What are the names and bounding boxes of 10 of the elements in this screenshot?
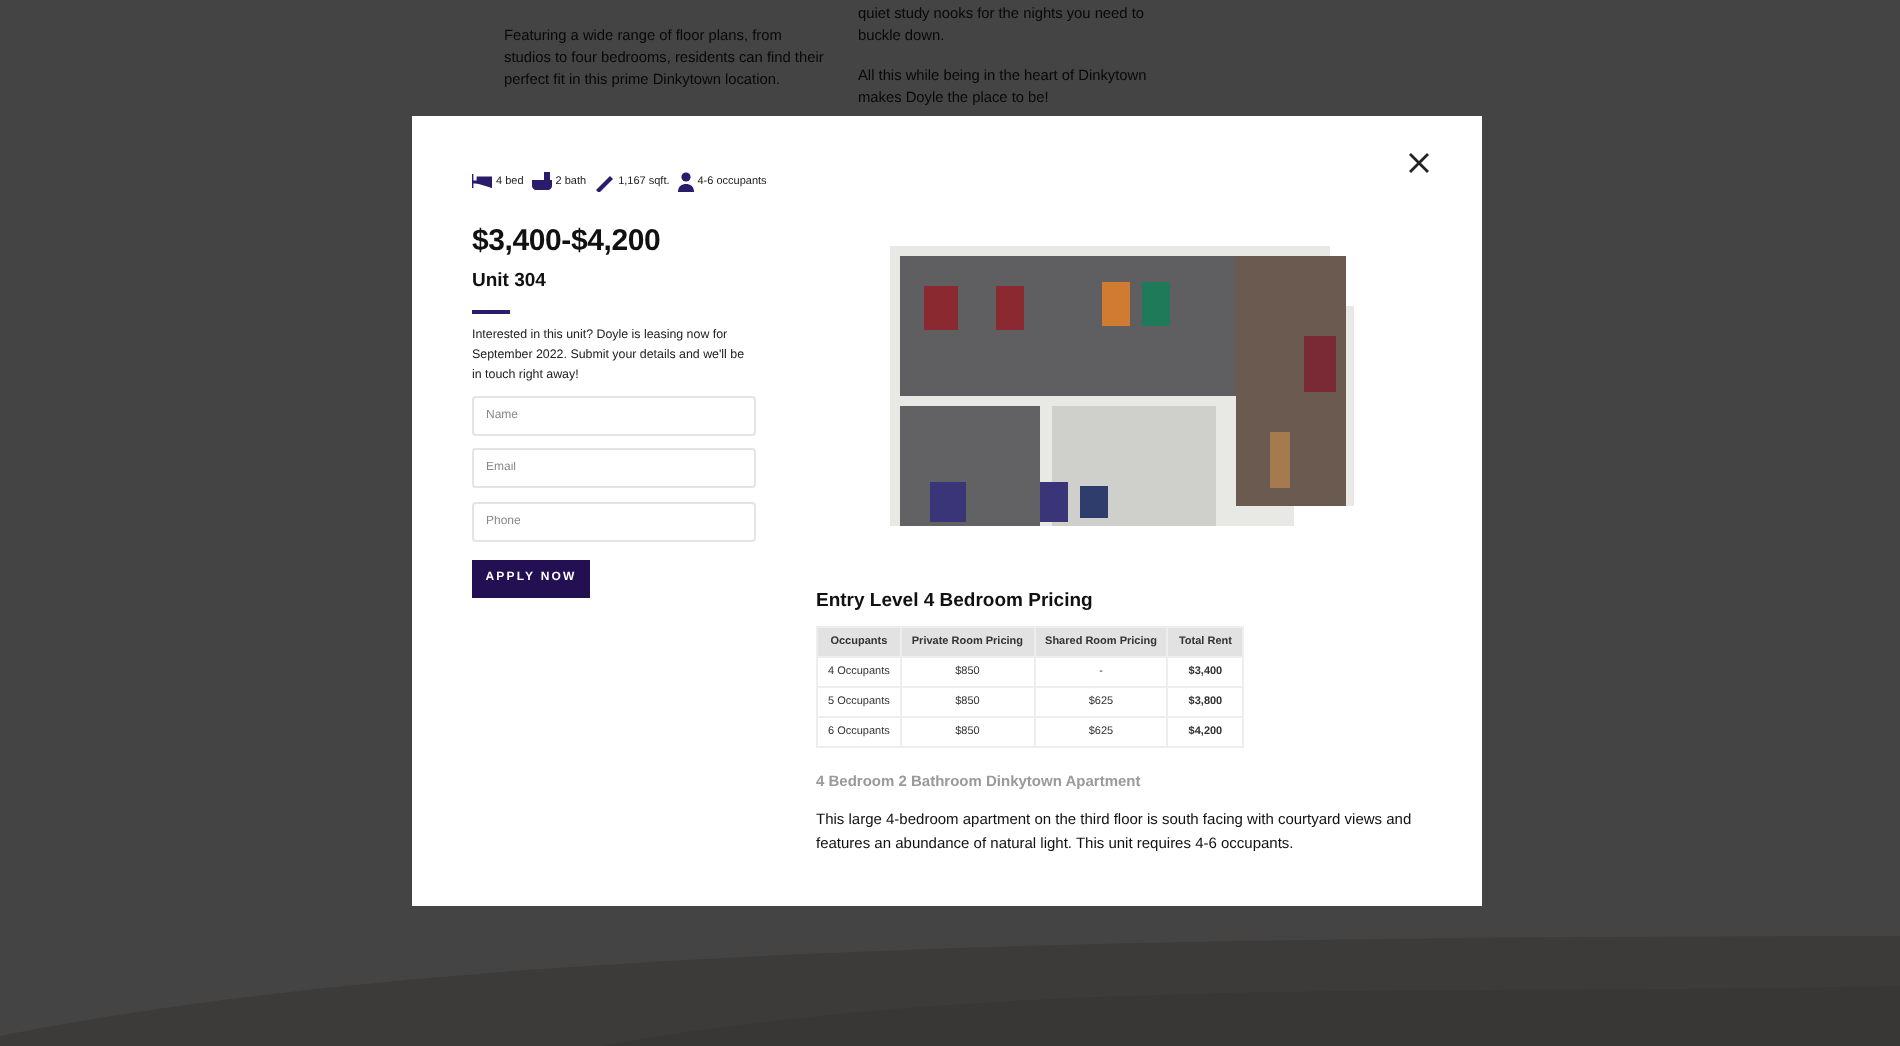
close-icon xyxy=(1408,152,1430,174)
pricing-title: Entry Level 4 Bedroom Pricing xyxy=(816,590,1095,612)
accent-rule xyxy=(472,310,510,313)
close-button[interactable] xyxy=(1408,152,1430,174)
unit-title: Unit 304 xyxy=(472,270,548,292)
person-icon xyxy=(677,172,694,192)
bed-icon xyxy=(472,172,492,192)
price-heading: $3,400-$4,200 xyxy=(472,224,663,258)
bathtub-icon xyxy=(531,172,552,192)
ruler-icon xyxy=(594,172,615,192)
